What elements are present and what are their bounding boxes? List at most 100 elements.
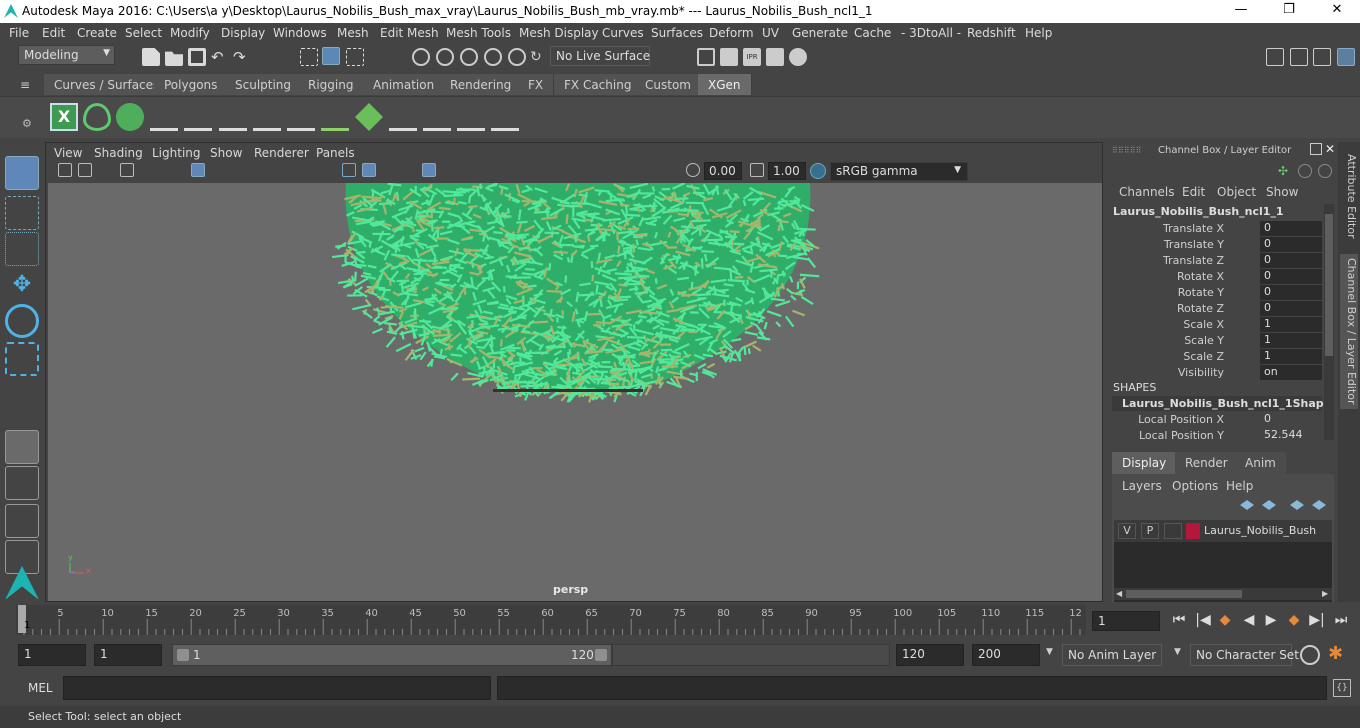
select-component-icon[interactable] bbox=[346, 48, 364, 66]
channel-row[interactable]: Scale Z 1 bbox=[1108, 349, 1322, 365]
channel-value[interactable]: 1 bbox=[1260, 317, 1322, 332]
shelf-menu-icon[interactable]: ≡ bbox=[20, 78, 34, 92]
xgen-length-icon[interactable] bbox=[457, 103, 485, 131]
go-to-end-icon[interactable]: ⏭ bbox=[1332, 611, 1350, 629]
live-surface-field[interactable]: No Live Surface bbox=[550, 46, 650, 66]
menu-mesh[interactable]: Mesh bbox=[337, 26, 369, 40]
tab-polygons[interactable]: Polygons bbox=[154, 74, 229, 95]
channel-row[interactable]: Translate X 0 bbox=[1108, 221, 1322, 237]
workspace-icon[interactable] bbox=[1266, 48, 1284, 66]
new-layer-icon[interactable] bbox=[1290, 500, 1304, 510]
tab-fx-caching[interactable]: FX Caching bbox=[554, 74, 643, 95]
step-forward-frame-icon[interactable]: ▶| bbox=[1308, 611, 1326, 629]
menu-modify[interactable]: Modify bbox=[170, 26, 210, 40]
camera-icon[interactable] bbox=[58, 163, 72, 177]
xgen-lock-guide-icon[interactable] bbox=[287, 103, 315, 131]
resolution-gate-icon[interactable] bbox=[191, 163, 205, 177]
layer-row[interactable]: V P Laurus_Nobilis_Bush bbox=[1114, 520, 1332, 542]
range-bar[interactable]: 1 120 bbox=[172, 644, 612, 666]
two-pane-icon[interactable] bbox=[5, 504, 39, 538]
panel-grip-icon[interactable]: ⠿⠿⠿⠿⠿ bbox=[1112, 146, 1141, 155]
menu-cache[interactable]: Cache bbox=[854, 26, 891, 40]
range-end-handle[interactable] bbox=[595, 649, 607, 661]
wireframe-icon[interactable] bbox=[342, 163, 356, 177]
snap-point-icon[interactable] bbox=[460, 48, 478, 66]
mode-dropdown[interactable]: Modeling ▼ bbox=[18, 45, 115, 65]
manipulator-icon[interactable]: ✣ bbox=[1278, 164, 1292, 178]
scroll-right-icon[interactable]: ▶ bbox=[1322, 589, 1328, 598]
xgen-editor-icon[interactable]: X bbox=[50, 103, 78, 131]
channel-value[interactable]: 1 bbox=[1260, 333, 1322, 348]
menu-file[interactable]: File bbox=[9, 26, 29, 40]
channel-value[interactable]: 0 bbox=[1260, 253, 1322, 268]
range-bar-empty[interactable] bbox=[612, 644, 890, 666]
rotate-tool-icon[interactable] bbox=[5, 304, 39, 338]
scale-tool-icon[interactable] bbox=[5, 342, 39, 376]
mel-input[interactable] bbox=[63, 676, 491, 700]
tab-fx[interactable]: FX bbox=[518, 74, 555, 95]
step-forward-key-icon[interactable]: ◆ bbox=[1285, 611, 1303, 629]
render-settings-icon[interactable] bbox=[697, 48, 715, 66]
shelf-gear-icon[interactable]: ⚙ bbox=[22, 117, 34, 130]
new-scene-icon[interactable] bbox=[142, 48, 160, 66]
tab-curves-surfaces[interactable]: Curves / Surfaces bbox=[44, 74, 171, 95]
xgen-create-spline-icon[interactable] bbox=[150, 103, 178, 131]
four-pane-icon[interactable] bbox=[5, 466, 39, 500]
minimize-button[interactable]: — bbox=[1226, 2, 1256, 20]
channel-row[interactable]: Translate Y 0 bbox=[1108, 237, 1322, 253]
bush-model[interactable] bbox=[48, 183, 1102, 601]
camera-attributes-icon[interactable] bbox=[78, 163, 92, 177]
snap-curve-icon[interactable] bbox=[436, 48, 454, 66]
channel-row-local-position-y[interactable]: Local Position Y 52.544 bbox=[1108, 428, 1318, 444]
undo-icon[interactable]: ↶ bbox=[211, 48, 229, 66]
channel-value[interactable]: 0 bbox=[1260, 412, 1322, 427]
menu-mesh-display[interactable]: Mesh Display bbox=[519, 26, 599, 40]
color-space-dropdown[interactable]: sRGB gamma ▼ bbox=[830, 162, 968, 181]
3d-viewport[interactable]: y x persp bbox=[48, 183, 1102, 601]
current-frame-field[interactable]: 1 bbox=[1092, 611, 1160, 631]
render-view-icon[interactable] bbox=[766, 48, 784, 66]
cb-menu-show[interactable]: Show bbox=[1266, 185, 1298, 199]
anim-layer-dropdown[interactable]: No Anim Layer bbox=[1062, 644, 1162, 666]
close-panel-icon[interactable]: ✕ bbox=[1325, 142, 1335, 156]
menu-edit-mesh[interactable]: Edit Mesh bbox=[380, 26, 439, 40]
menu-create[interactable]: Create bbox=[77, 26, 117, 40]
gamma-field[interactable]: 1.00 bbox=[768, 162, 806, 180]
smooth-shade-icon[interactable] bbox=[362, 163, 376, 177]
mel-label[interactable]: MEL bbox=[28, 681, 53, 695]
channel-value[interactable]: 52.544 bbox=[1260, 428, 1322, 443]
scrollbar-thumb[interactable] bbox=[1126, 590, 1242, 598]
menu-deform[interactable]: Deform bbox=[709, 26, 754, 40]
anim-preferences-icon[interactable]: ✱ bbox=[1328, 643, 1343, 664]
xgen-interactive-groom-icon[interactable] bbox=[116, 103, 144, 131]
scrollbar-thumb[interactable] bbox=[1325, 214, 1333, 356]
step-back-key-icon[interactable]: ◆ bbox=[1216, 611, 1234, 629]
layer-menu-layers[interactable]: Layers bbox=[1122, 479, 1162, 493]
exposure-icon[interactable] bbox=[686, 163, 700, 177]
render-frame-icon[interactable] bbox=[720, 48, 738, 66]
vp-menu-view[interactable]: View bbox=[54, 146, 82, 160]
select-object-icon[interactable] bbox=[322, 47, 340, 65]
vp-menu-panels[interactable]: Panels bbox=[316, 146, 355, 160]
channel-value[interactable]: 0 bbox=[1260, 237, 1322, 252]
grid-toggle-icon[interactable] bbox=[120, 163, 134, 177]
layer-menu-help[interactable]: Help bbox=[1226, 479, 1253, 493]
maximize-button[interactable]: ❐ bbox=[1274, 2, 1304, 20]
snap-live-icon[interactable]: ↻ bbox=[530, 48, 548, 66]
layer-list-h-scrollbar[interactable]: ◀ ▶ bbox=[1114, 588, 1332, 600]
vp-menu-show[interactable]: Show bbox=[210, 146, 242, 160]
ipr-render-icon[interactable]: IPR bbox=[743, 48, 761, 66]
tab-custom[interactable]: Custom bbox=[635, 74, 702, 95]
vp-menu-lighting[interactable]: Lighting bbox=[152, 146, 201, 160]
menu-edit[interactable]: Edit bbox=[42, 26, 65, 40]
auto-key-icon[interactable] bbox=[1300, 645, 1320, 665]
xgen-place-guides-icon[interactable] bbox=[184, 103, 212, 131]
channel-row[interactable]: Translate Z 0 bbox=[1108, 253, 1322, 269]
channel-row[interactable]: Rotate X 0 bbox=[1108, 269, 1322, 285]
snap-surface-icon[interactable] bbox=[508, 48, 526, 66]
hypershade-icon[interactable] bbox=[789, 48, 807, 66]
tab-attribute-editor[interactable]: Attribute Editor bbox=[1340, 150, 1358, 243]
gamma-icon[interactable] bbox=[750, 163, 764, 177]
key-selected-icon[interactable] bbox=[1298, 164, 1312, 178]
shape-row[interactable]: Laurus_Nobilis_Bush_ncl1_1Shape bbox=[1112, 396, 1331, 411]
